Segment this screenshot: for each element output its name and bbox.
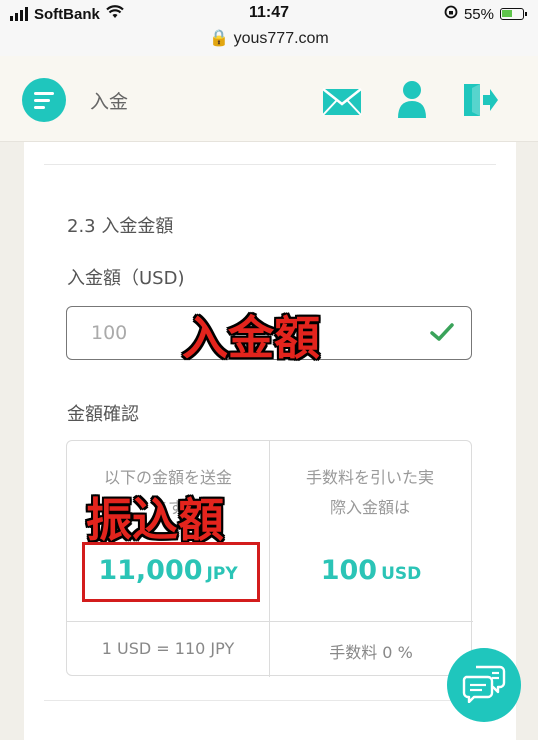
divider [67, 621, 473, 622]
battery-percent: 55% [463, 5, 494, 23]
amount-label: 入金額（USD) [67, 268, 185, 289]
confirm-label: 金額確認 [67, 404, 139, 425]
annotation-amount: 入金額 [182, 311, 320, 365]
url-text: yous777.com [233, 30, 329, 47]
chat-icon [462, 663, 506, 707]
status-right: 55% [444, 5, 527, 23]
check-icon [430, 322, 454, 346]
net-amount-number: 100 [320, 555, 378, 586]
logout-icon[interactable] [462, 82, 498, 122]
lock-icon: 🔒 [209, 30, 230, 47]
menu-icon[interactable] [22, 78, 66, 122]
section-title: 2.3 入金金額 [67, 216, 174, 237]
annotation-transfer: 振込額 [86, 493, 224, 547]
deposit-card: 2.3 入金金額 入金額（USD) 金額確認 以下の金額を送金 ます 11,00… [24, 142, 516, 740]
net-amount-heading-line1: 手数料を引いた実 [305, 468, 434, 487]
fee-text: 手数料 0 % [329, 643, 413, 662]
highlight-box [82, 542, 260, 602]
divider [44, 164, 496, 165]
battery-icon [500, 8, 527, 20]
net-amount-value: 100 USD [270, 555, 472, 586]
mail-icon[interactable] [322, 88, 362, 120]
exchange-rate: 1 USD = 110 JPY [101, 639, 235, 658]
chat-button[interactable] [447, 648, 521, 722]
divider [44, 700, 496, 701]
url-bar[interactable]: 🔒 yous777.com [0, 28, 538, 48]
app-header: 入金 [0, 56, 538, 142]
net-amount-heading: 手数料を引いた実 際入金額は [290, 463, 450, 523]
net-amount-heading-line2: 際入金額は [329, 498, 410, 517]
page-title: 入金 [90, 91, 129, 113]
rotation-lock-icon [444, 5, 458, 23]
user-icon[interactable] [396, 80, 428, 122]
status-bar: SoftBank 11:47 🔒 yous777.com 55% [0, 0, 538, 56]
net-amount-unit: USD [381, 564, 422, 584]
